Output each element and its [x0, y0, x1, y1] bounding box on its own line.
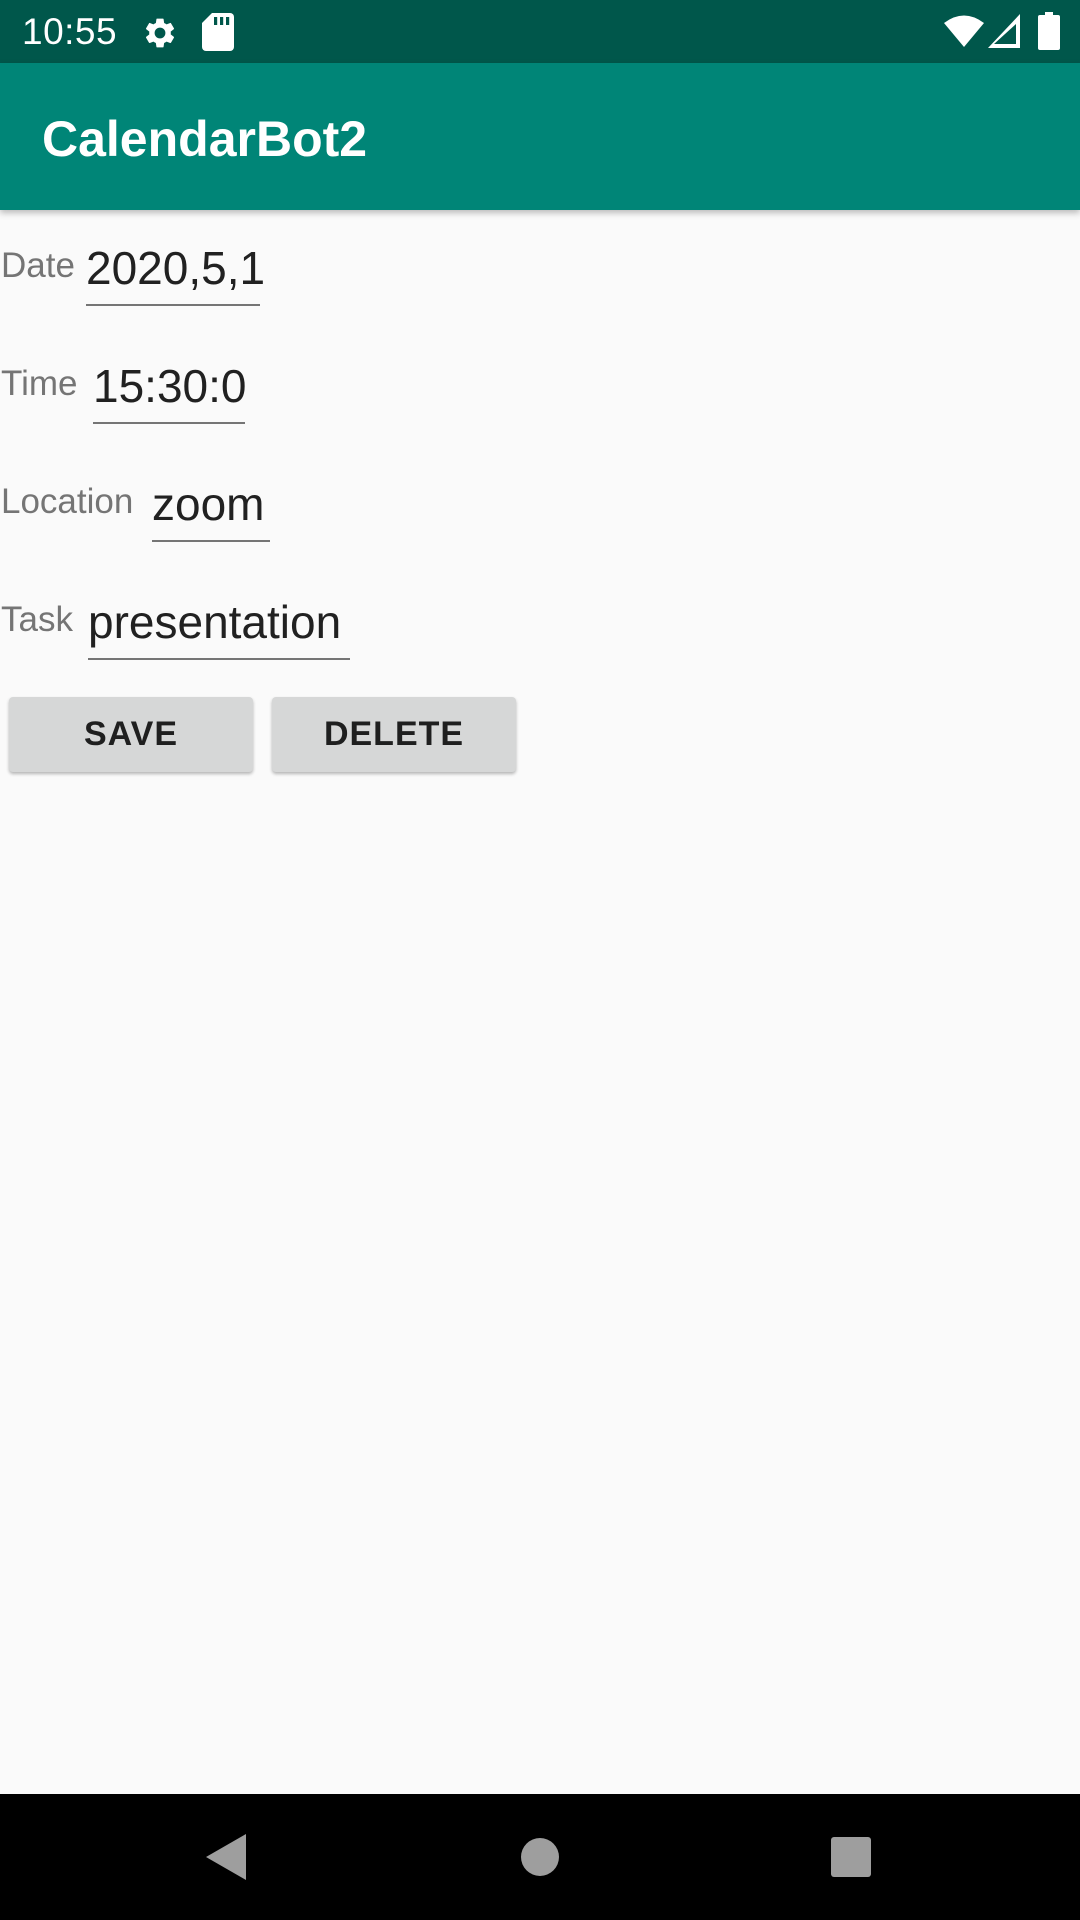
location-field[interactable]: zoom	[152, 452, 270, 542]
location-row: Location zoom	[0, 452, 300, 542]
status-bar: 10:55	[0, 0, 1080, 63]
settings-icon	[142, 15, 178, 56]
date-row: Date 2020,5,1	[0, 216, 300, 306]
save-button[interactable]: SAVE	[9, 697, 253, 772]
home-icon[interactable]	[520, 1837, 560, 1882]
app-title: CalendarBot2	[42, 111, 368, 167]
location-value: zoom	[152, 478, 265, 530]
wifi-icon	[944, 14, 984, 53]
date-field[interactable]: 2020,5,1	[86, 216, 265, 306]
date-value: 2020,5,1	[86, 242, 266, 294]
back-icon[interactable]	[206, 1834, 246, 1885]
recents-icon[interactable]	[831, 1837, 871, 1882]
task-label: Task	[1, 600, 73, 639]
status-time: 10:55	[22, 11, 118, 52]
sd-card-icon	[202, 13, 234, 56]
task-row: Task presentation	[0, 570, 360, 660]
task-value: presentation	[88, 596, 342, 648]
time-field[interactable]: 15:30:0	[93, 334, 247, 424]
navigation-bar	[0, 1794, 1080, 1920]
delete-button[interactable]: DELETE	[272, 697, 516, 772]
signal-icon	[988, 14, 1020, 53]
time-value: 15:30:0	[93, 360, 247, 412]
task-field[interactable]: presentation	[88, 570, 350, 660]
app-bar: CalendarBot2	[0, 63, 1080, 210]
time-label: Time	[1, 364, 78, 403]
date-label: Date	[1, 246, 75, 285]
time-row: Time 15:30:0	[0, 334, 300, 424]
location-label: Location	[1, 482, 134, 521]
battery-icon	[1038, 12, 1060, 55]
